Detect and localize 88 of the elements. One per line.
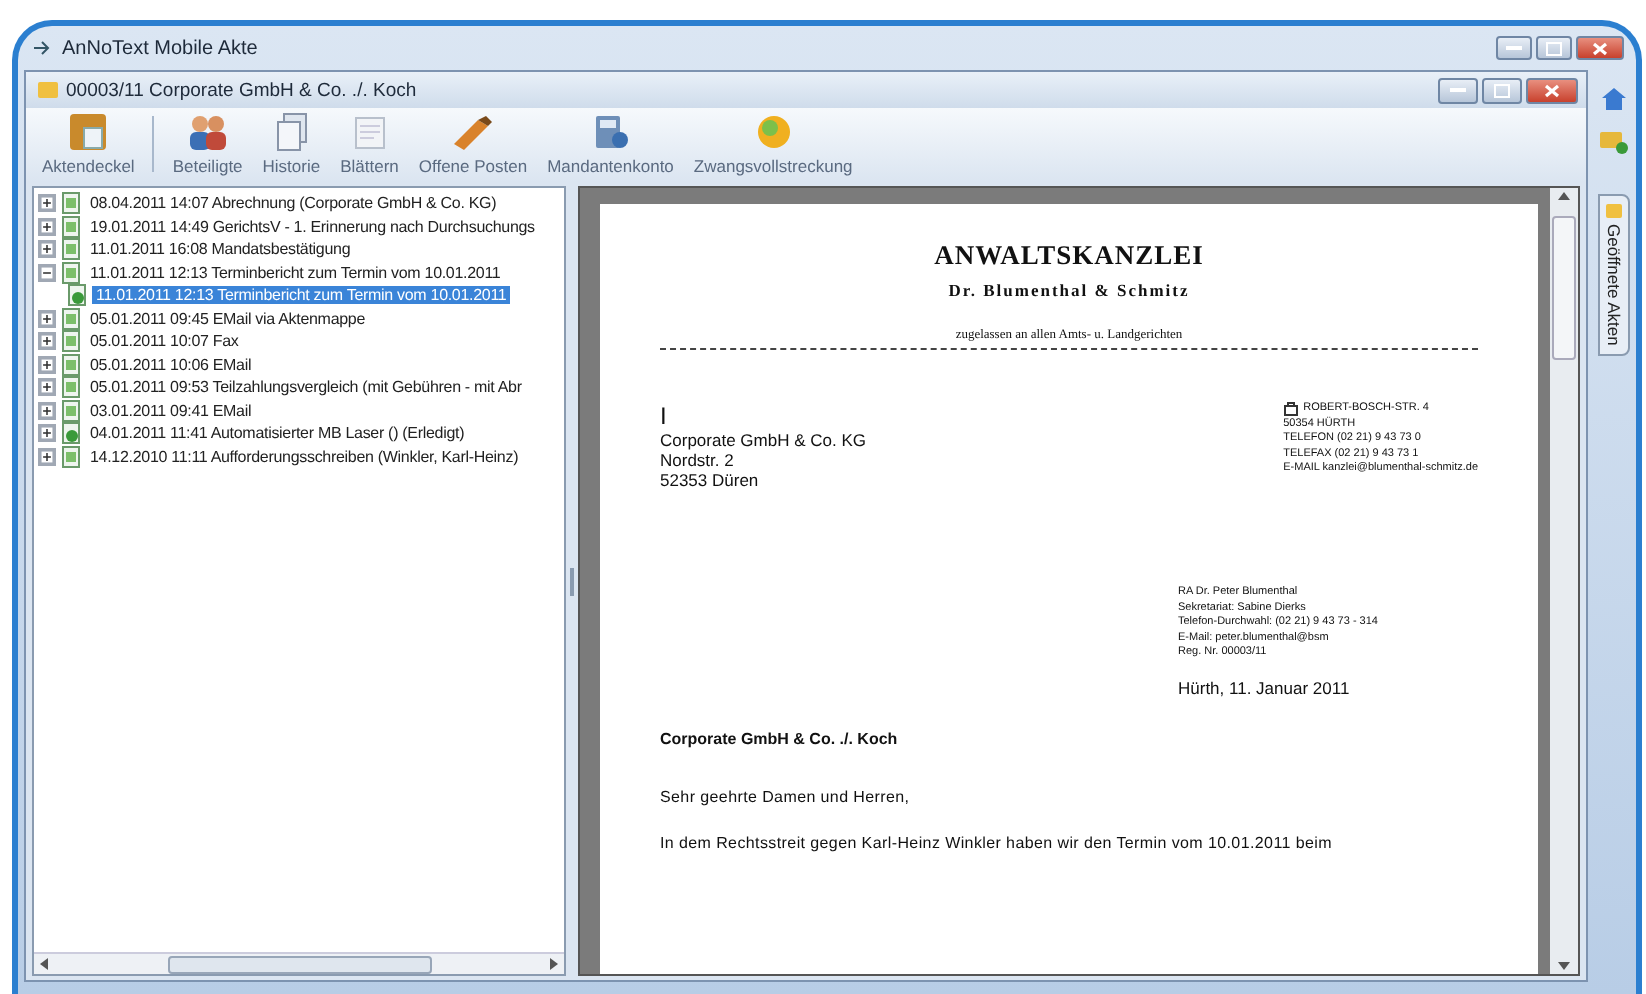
maximize-button[interactable] — [1482, 77, 1522, 103]
folders-icon[interactable] — [1600, 128, 1628, 154]
letter-date: Hürth, 11. Januar 2011 — [1178, 677, 1352, 697]
document-icon — [60, 399, 82, 422]
orb-icon — [753, 112, 794, 152]
document-icon — [60, 215, 82, 238]
tree-item[interactable]: 11.01.2011 12:13 Terminbericht zum Termin vom 10.01.2011 — [86, 263, 505, 282]
letter-subject: Corporate GmbH & Co. ./. Koch — [660, 729, 900, 747]
maximize-icon — [1546, 41, 1562, 55]
splitter-handle[interactable] — [570, 567, 574, 595]
document-icon — [60, 445, 82, 468]
collapse-icon[interactable] — [38, 263, 56, 282]
toolbar-button[interactable]: Blättern — [332, 112, 407, 176]
tree-item[interactable]: 11.01.2011 16:08 Mandatsbestätigung — [86, 240, 355, 259]
folder-cover-icon — [68, 112, 109, 152]
tree-item[interactable]: 05.01.2011 10:06 EMail — [86, 355, 256, 374]
vertical-scrollbar[interactable] — [1550, 188, 1578, 974]
up-arrow-icon[interactable] — [1558, 192, 1570, 200]
salutation: Sehr geehrte Damen und Herren, — [660, 787, 912, 805]
toolbar-button[interactable]: Beteiligte — [164, 112, 251, 176]
expand-icon[interactable] — [38, 424, 56, 443]
expand-icon[interactable] — [38, 401, 56, 420]
toolbar-button[interactable]: Zwangsvollstreckung — [685, 112, 861, 176]
tree-item[interactable]: 08.04.2011 14:07 Abrechnung (Corporate GmbH & Co. KG) — [86, 194, 501, 213]
open-files-tab[interactable]: Geöffnete Akten — [1598, 194, 1630, 356]
checked-document-icon — [66, 284, 88, 307]
calculator-icon — [590, 112, 631, 152]
document-icon — [60, 238, 82, 261]
maximize-icon — [1494, 83, 1510, 97]
tree-item[interactable]: 05.01.2011 10:07 Fax — [86, 332, 243, 351]
document-icon — [60, 307, 82, 330]
recipient-line: 52353 Düren — [660, 470, 761, 490]
document-icon — [60, 353, 82, 376]
close-button[interactable] — [1526, 77, 1578, 103]
letter-body: In dem Rechtsstreit gegen Karl-Heinz Winkler haben wir den Termin vom 10.01.2011 beim — [660, 833, 1334, 851]
toolbar-button[interactable]: Historie — [254, 112, 329, 176]
folder-icon — [38, 82, 58, 98]
document-stack-icon — [271, 112, 312, 152]
window-title: AnNoText Mobile Akte — [62, 37, 260, 59]
expand-icon[interactable] — [38, 332, 56, 351]
tree-item[interactable]: 05.01.2011 09:53 Teilzahlungsvergleich (mit Gebühren - mit Abr — [86, 378, 526, 397]
tree-item[interactable]: 05.01.2011 09:45 EMail via Aktenmappe — [86, 309, 370, 328]
letterhead-title: ANWALTSKANZLEI — [932, 240, 1206, 272]
close-icon — [1592, 41, 1608, 55]
expand-icon[interactable] — [38, 447, 56, 466]
minimize-button[interactable] — [1438, 77, 1478, 103]
expand-icon[interactable] — [38, 309, 56, 328]
maximize-button[interactable] — [1536, 36, 1572, 60]
minimize-icon — [1506, 45, 1522, 51]
tree-item[interactable]: 14.12.2010 11:11 Aufforderungsschreiben (Winkler, Karl-Heinz) — [86, 447, 523, 466]
tree-item[interactable]: 11.01.2011 12:13 Terminbericht zum Termin vom 10.01.2011 — [92, 286, 511, 305]
toolbar-button[interactable]: Offene Posten — [410, 112, 536, 176]
tree-item[interactable]: 19.01.2011 14:49 GerichtsV - 1. Erinnerung nach Durchsuchungs — [86, 217, 539, 236]
document-window-title: 00003/11 Corporate GmbH & Co. ./. Koch — [66, 79, 419, 101]
people-icon — [185, 112, 230, 152]
minimize-button[interactable] — [1496, 36, 1532, 60]
document-icon — [60, 376, 82, 399]
expand-icon[interactable] — [38, 355, 56, 374]
close-icon — [1544, 83, 1560, 97]
recipient-line: Corporate GmbH & Co. KG — [660, 430, 866, 450]
expand-icon[interactable] — [38, 217, 56, 236]
down-arrow-icon[interactable] — [1558, 962, 1570, 970]
tree-item[interactable]: 03.01.2011 09:41 EMail — [86, 401, 256, 420]
right-arrow-icon[interactable] — [550, 958, 558, 970]
toolbar-button[interactable]: Aktendeckel — [34, 112, 143, 176]
pages-icon — [349, 112, 390, 152]
folder-icon — [1606, 204, 1622, 218]
home-icon[interactable] — [1600, 86, 1628, 112]
document-icon — [60, 192, 82, 215]
scrollbar-thumb[interactable] — [1552, 216, 1576, 360]
close-button[interactable] — [1576, 36, 1624, 60]
tree-item[interactable]: 04.01.2011 11:41 Automatisierter MB Laser () (Erledigt) — [86, 424, 469, 443]
firm-name: Dr. Blumenthal & Schmitz — [946, 280, 1192, 300]
document-icon — [60, 330, 82, 353]
horizontal-scrollbar[interactable] — [34, 952, 564, 974]
recipient-line: Nordstr. 2 — [660, 450, 736, 470]
pen-icon — [450, 112, 495, 152]
left-arrow-icon[interactable] — [40, 958, 48, 970]
expand-icon[interactable] — [38, 194, 56, 213]
text-cursor: I — [660, 402, 669, 430]
expand-icon[interactable] — [38, 240, 56, 259]
checked-document-icon — [60, 422, 82, 445]
mailbox-icon — [1283, 402, 1298, 417]
document-icon — [60, 261, 82, 284]
expand-icon[interactable] — [38, 378, 56, 397]
app-icon — [34, 40, 54, 56]
scrollbar-thumb[interactable] — [167, 955, 431, 973]
toolbar-button[interactable]: Mandantenkonto — [539, 112, 682, 176]
